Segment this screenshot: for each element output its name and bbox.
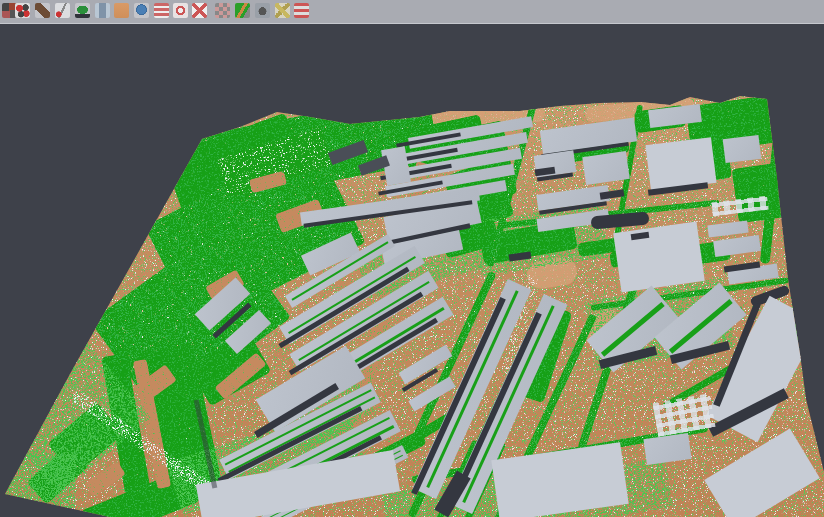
classify-icon[interactable]: [235, 3, 250, 18]
terrain-feature-roof: [723, 135, 762, 163]
align-points-icon[interactable]: [15, 3, 30, 18]
terrain-feature-roof: [707, 221, 748, 238]
globe-icon[interactable]: [134, 3, 149, 18]
ring-icon[interactable]: [173, 3, 188, 18]
terrain-feature-roofL: [704, 428, 820, 517]
toolbar: [0, 0, 824, 24]
ortho-image-icon[interactable]: [114, 3, 129, 18]
3d-viewport[interactable]: [0, 24, 824, 517]
terrain-feature-veg: [731, 161, 793, 223]
terrain-feature-roof: [643, 433, 691, 465]
camera-icon[interactable]: [255, 3, 270, 18]
terrain-feature-roofL: [613, 221, 705, 292]
application-window: [0, 0, 824, 517]
clip-box-icon[interactable]: [192, 3, 207, 18]
terrain-model[interactable]: [0, 24, 824, 517]
cross-arrows-icon[interactable]: [275, 3, 290, 18]
hill-icon[interactable]: [75, 3, 90, 18]
profile-icon[interactable]: [55, 3, 70, 18]
column-icon[interactable]: [95, 3, 110, 18]
red-bars-icon[interactable]: [294, 3, 309, 18]
terrain-feature-roofL: [491, 442, 628, 517]
segment-icon[interactable]: [215, 3, 230, 18]
terrain-feature-roof: [713, 235, 761, 257]
terrain-icon[interactable]: [35, 3, 50, 18]
list-icon[interactable]: [154, 3, 169, 18]
terrain-feature-roof: [582, 151, 629, 185]
terrain-feature-spr: [5, 454, 75, 514]
